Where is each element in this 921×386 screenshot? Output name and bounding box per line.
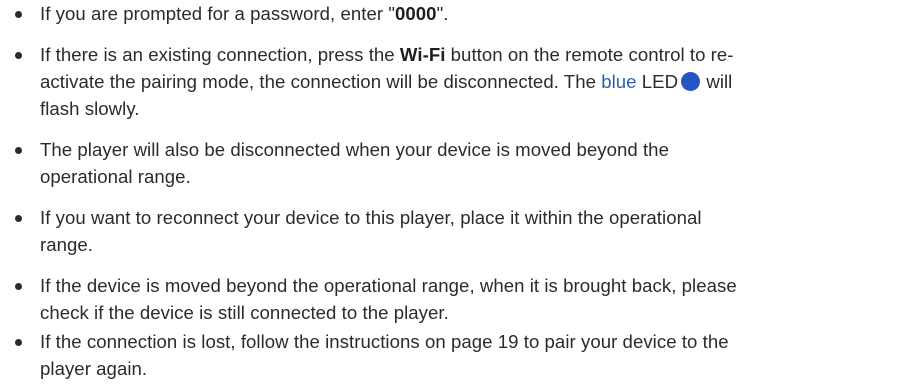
item-line: flash slowly.: [40, 98, 140, 119]
item-line: The player will also be disconnected whe…: [40, 139, 669, 160]
item-line: range.: [40, 234, 94, 255]
list-item: If the connection is lost, follow the in…: [40, 328, 910, 382]
bullet: [9, 272, 27, 299]
item-line: If you are prompted for a password, ente…: [40, 3, 449, 24]
list-item: If you want to reconnect your device to …: [40, 204, 910, 258]
item-line: If the connection is lost, follow the in…: [40, 331, 729, 352]
password-value: 0000: [394, 3, 437, 24]
blue-led-icon: [681, 72, 701, 91]
list-item: If there is an existing connection, pres…: [40, 41, 910, 122]
bullet: [9, 328, 27, 355]
item-line: player again.: [40, 358, 148, 379]
item-line: activate the pairing mode, the connectio…: [40, 71, 733, 92]
item-line: operational range.: [40, 166, 191, 187]
bullet: [9, 41, 27, 68]
blue-word: blue: [601, 71, 637, 92]
item-line: check if the device is still connected t…: [40, 302, 449, 323]
list-item: If you are prompted for a password, ente…: [40, 0, 910, 27]
item-line: If you want to reconnect your device to …: [40, 207, 702, 228]
bullet: [9, 136, 27, 163]
item-line: If there is an existing connection, pres…: [40, 44, 734, 65]
list-item: The player will also be disconnected whe…: [40, 136, 910, 190]
bullet: [9, 204, 27, 231]
bullet: [9, 0, 27, 27]
wifi-button-label: Wi-Fi: [399, 44, 446, 65]
item-line: If the device is moved beyond the operat…: [40, 275, 737, 296]
list-item: If the device is moved beyond the operat…: [40, 272, 910, 326]
